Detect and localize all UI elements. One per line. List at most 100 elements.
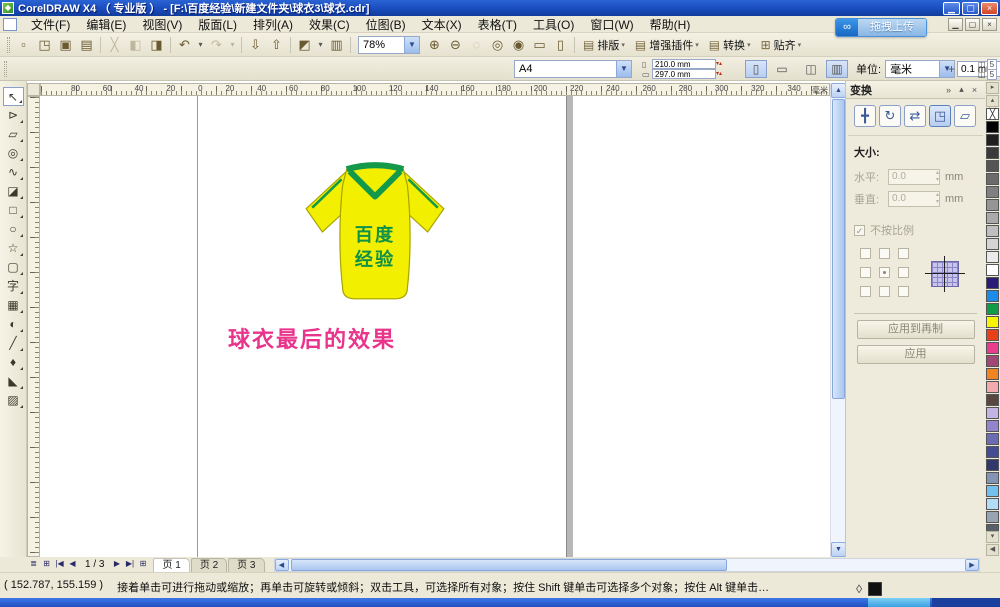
- scroll-left-button[interactable]: ◀: [275, 559, 289, 571]
- portrait-button[interactable]: ▯: [745, 60, 767, 78]
- ellipse-tool[interactable]: ○: [3, 220, 24, 239]
- color-swatch-2[interactable]: [986, 134, 999, 146]
- snap-button[interactable]: ⊞贴齐▾: [758, 36, 805, 54]
- color-swatch-29[interactable]: [986, 485, 999, 497]
- convert-button[interactable]: ▤转换▾: [706, 36, 754, 54]
- app-launcher-dropdown-icon[interactable]: ▾: [316, 36, 325, 54]
- docker-collapse-icon[interactable]: ▴: [955, 84, 968, 95]
- import-icon[interactable]: ⇩: [246, 36, 265, 54]
- spinner-icon[interactable]: ▾▴: [716, 62, 724, 67]
- anchor-point-3[interactable]: [898, 248, 909, 259]
- polygon-tool[interactable]: ☆: [3, 239, 24, 258]
- zoom-page-icon[interactable]: ◉: [509, 36, 528, 54]
- size-tab[interactable]: ◳: [929, 105, 951, 127]
- scale-mirror-tab[interactable]: ⇄: [904, 105, 926, 127]
- redo-dropdown-icon[interactable]: ▾: [228, 36, 237, 54]
- menu-item-7[interactable]: 位图(B): [358, 15, 414, 34]
- menu-item-3[interactable]: 视图(V): [134, 15, 190, 34]
- menu-item-12[interactable]: 帮助(H): [642, 15, 699, 34]
- color-swatch-20[interactable]: [986, 368, 999, 380]
- enhance-plugin-button[interactable]: ▤增强插件▾: [632, 36, 702, 54]
- zoom-in-icon[interactable]: ⊕: [425, 36, 444, 54]
- first-page-button[interactable]: |◀: [53, 558, 66, 571]
- anchor-point-5[interactable]: [879, 267, 890, 278]
- eyedropper-tool[interactable]: ╱: [3, 334, 24, 353]
- fullscreen-icon[interactable]: ▥: [327, 36, 346, 54]
- color-swatch-18[interactable]: [986, 342, 999, 354]
- menu-item-11[interactable]: 窗口(W): [582, 15, 641, 34]
- drawing-canvas[interactable]: 百度 经验 球衣最后的效果: [40, 96, 830, 557]
- nonproportional-checkbox[interactable]: ✓: [854, 225, 865, 236]
- all-pages-button[interactable]: ◫: [800, 60, 822, 78]
- export-icon[interactable]: ⇧: [267, 36, 286, 54]
- color-swatch-23[interactable]: [986, 407, 999, 419]
- mdi-restore-button[interactable]: ▢: [965, 18, 980, 31]
- add-page-icon[interactable]: ⊞: [40, 558, 53, 571]
- color-swatch-4[interactable]: [986, 160, 999, 172]
- color-swatch-13[interactable]: [986, 277, 999, 289]
- color-swatch-7[interactable]: [986, 199, 999, 211]
- drag-upload-button[interactable]: ∞ 拖拽上传: [835, 18, 927, 37]
- color-swatch-12[interactable]: [986, 264, 999, 276]
- zoom-width-icon[interactable]: ▭: [530, 36, 549, 54]
- print-icon[interactable]: ▤: [77, 36, 96, 54]
- scroll-down-button[interactable]: ▼: [831, 542, 846, 557]
- last-page-button[interactable]: ▶|: [123, 558, 136, 571]
- color-swatch-22[interactable]: [986, 394, 999, 406]
- palette-flyout-icon[interactable]: ▸: [986, 82, 999, 94]
- docker-flyout-icon[interactable]: »: [942, 85, 955, 95]
- palette-scroll-up-icon[interactable]: ▴: [986, 95, 999, 107]
- rotate-tab[interactable]: ↻: [879, 105, 901, 127]
- units-combo[interactable]: 毫米 ▼: [885, 60, 955, 78]
- color-swatch-25[interactable]: [986, 433, 999, 445]
- undo-icon[interactable]: ↶: [175, 36, 194, 54]
- color-swatch-6[interactable]: [986, 186, 999, 198]
- page-tab-3[interactable]: 页 3: [228, 558, 264, 572]
- copy-icon[interactable]: ◧: [126, 36, 145, 54]
- previous-page-button[interactable]: ◀: [66, 558, 79, 571]
- basic-shapes-tool[interactable]: ▢: [3, 258, 24, 277]
- anchor-point-6[interactable]: [898, 267, 909, 278]
- freehand-tool[interactable]: ∿: [3, 163, 24, 182]
- undo-dropdown-icon[interactable]: ▾: [196, 36, 205, 54]
- page-tab-1[interactable]: 页 1: [153, 558, 189, 572]
- next-page-button[interactable]: ▶: [110, 558, 123, 571]
- anchor-point-9[interactable]: [898, 286, 909, 297]
- cut-icon[interactable]: ╳: [105, 36, 124, 54]
- vertical-scroll-thumb[interactable]: [832, 99, 845, 399]
- spinner-icon[interactable]: ▾▴: [716, 72, 724, 77]
- close-button[interactable]: ×: [981, 2, 998, 15]
- zoom-height-icon[interactable]: ▯: [551, 36, 570, 54]
- paper-type-combo[interactable]: A4 ▼: [514, 60, 632, 78]
- jersey-artwork[interactable]: 百度 经验: [294, 158, 456, 310]
- color-swatch-9[interactable]: [986, 225, 999, 237]
- zoom-level-combo[interactable]: 78% ▼: [358, 36, 420, 54]
- typeset-button[interactable]: ▤排版▾: [580, 36, 628, 54]
- minimize-button[interactable]: ▁: [943, 2, 960, 15]
- horizontal-field[interactable]: 0.0▴▾: [888, 169, 940, 185]
- palette-expand-icon[interactable]: ◀: [986, 544, 999, 556]
- horizontal-scrollbar[interactable]: ◀ ▶: [274, 558, 981, 572]
- taskbar-item[interactable]: [932, 598, 1000, 607]
- menu-item-1[interactable]: 文件(F): [23, 15, 78, 34]
- crop-tool[interactable]: ▱: [3, 125, 24, 144]
- anchor-point-8[interactable]: [879, 286, 890, 297]
- anchor-point-1[interactable]: [860, 248, 871, 259]
- color-swatch-5[interactable]: [986, 173, 999, 185]
- ruler-origin-box[interactable]: [27, 83, 40, 96]
- no-color-swatch[interactable]: ╳: [986, 108, 999, 120]
- apply-button[interactable]: 应用: [857, 345, 975, 364]
- chevron-down-icon[interactable]: ▼: [404, 37, 419, 53]
- chevron-down-icon[interactable]: ▼: [616, 61, 631, 77]
- color-swatch-24[interactable]: [986, 420, 999, 432]
- menu-item-4[interactable]: 版面(L): [190, 15, 245, 34]
- toolbar-grip[interactable]: [7, 37, 10, 53]
- shape-tool[interactable]: ⊳: [3, 106, 24, 125]
- landscape-button[interactable]: ▭: [771, 60, 793, 78]
- horizontal-scroll-thumb[interactable]: [291, 559, 728, 571]
- zoom-out-icon[interactable]: ⊖: [446, 36, 465, 54]
- rectangle-tool[interactable]: □: [3, 201, 24, 220]
- fill-tool[interactable]: ◣: [3, 372, 24, 391]
- anchor-point-2[interactable]: [879, 248, 890, 259]
- add-page-icon[interactable]: ⊞: [136, 558, 149, 571]
